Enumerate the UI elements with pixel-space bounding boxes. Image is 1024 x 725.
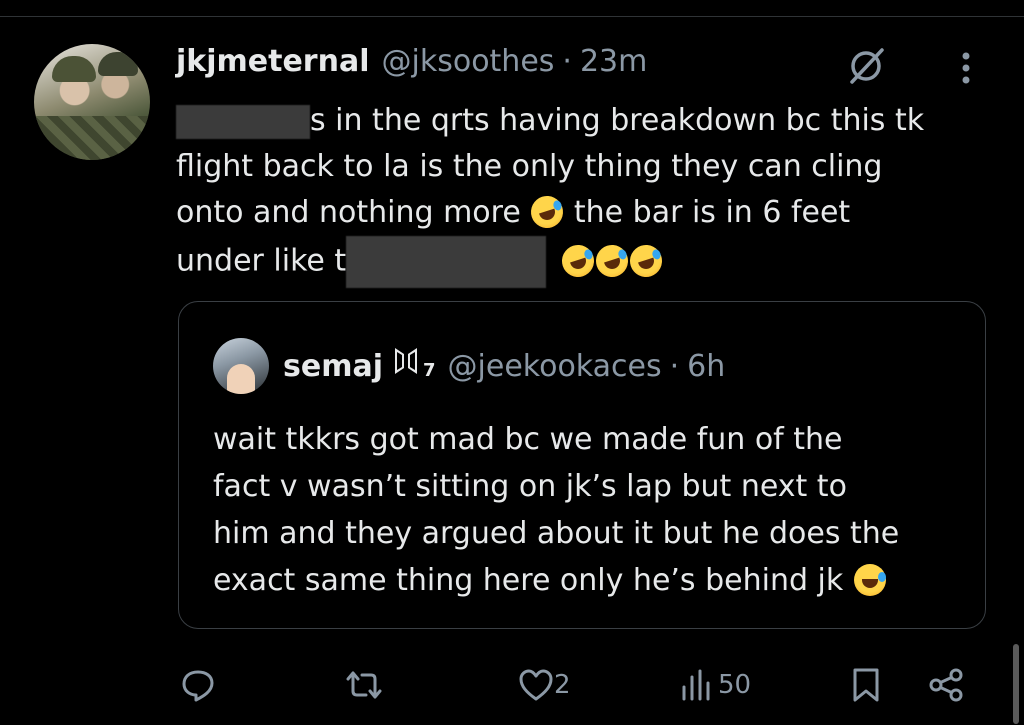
tweet-text-line-3: onto and nothing more the bar is in 6 fe… [176, 190, 976, 236]
quoted-text-line-1: wait tkkrs got mad bc we made fun of the [213, 422, 843, 457]
quoted-tweet-text: wait tkkrs got mad bc we made fun of the… [213, 416, 973, 604]
quoted-author-handle[interactable]: @jeekookaces [448, 349, 662, 384]
views-icon [682, 669, 710, 701]
redacted-block [346, 236, 547, 288]
avatar-cap-left [52, 56, 96, 82]
quoted-text-line-4: exact same thing here only he’s behind j… [213, 557, 973, 604]
heart-icon [519, 669, 553, 701]
tweet-action-bar: 2 50 [0, 660, 1024, 710]
views-button[interactable]: 50 [678, 660, 751, 710]
avatar-cap-right [98, 52, 138, 76]
author-handle[interactable]: @jksoothes [382, 44, 555, 79]
like-button[interactable]: 2 [518, 660, 571, 710]
reply-icon [182, 670, 214, 702]
quoted-tweet-timestamp[interactable]: 6h [687, 349, 725, 384]
tweet-text-segment: the bar is in 6 feet [573, 195, 851, 230]
quoted-text-segment: exact same thing here only he’s behind j… [213, 563, 844, 598]
bookmark-button[interactable] [850, 660, 882, 710]
rofl-emoji-icon [625, 240, 666, 281]
retweet-icon [346, 671, 382, 699]
top-divider [0, 16, 1024, 17]
quoted-text-line-2: fact v wasn’t sitting on jk’s lap but ne… [213, 469, 847, 504]
redacted-block [176, 104, 310, 139]
quoted-tweet-card[interactable]: semaj 7 @jeekookaces · 6h wait tkkrs got… [178, 301, 986, 629]
grok-icon[interactable] [846, 46, 886, 86]
tweet-text-segment: onto and nothing more [176, 195, 521, 230]
reply-button[interactable] [180, 660, 216, 710]
quoted-author-avatar[interactable] [213, 338, 269, 394]
author-display-name[interactable]: jkjmeternal [176, 44, 370, 79]
rofl-emoji-icon [527, 191, 568, 233]
like-count: 2 [554, 670, 571, 700]
tweet-text-segment: under like t [176, 243, 347, 279]
tweet-text-line-2: flight back to la is the only thing they… [176, 149, 883, 184]
more-icon[interactable] [954, 48, 978, 88]
quoted-author-display-name[interactable]: semaj [283, 349, 383, 384]
separator-dot: · [562, 44, 572, 79]
avatar-uniform [34, 116, 150, 160]
view-count: 50 [718, 670, 752, 700]
separator-dot: · [669, 349, 680, 384]
share-icon [929, 668, 963, 702]
scrollbar-thumb[interactable] [1013, 644, 1019, 724]
tweet-timestamp[interactable]: 23m [580, 44, 647, 79]
tweet-text-segment: s in the qrts having breakdown bc this t… [310, 103, 925, 138]
quoted-tweet-header: semaj 7 @jeekookaces · 6h [283, 346, 725, 384]
joy-emoji-icon [853, 564, 886, 596]
quoted-text-line-3: him and they argued about it but he does… [213, 516, 900, 551]
bts-logo-icon [395, 348, 417, 374]
rofl-emoji-icon [557, 240, 598, 281]
share-button[interactable] [928, 660, 964, 710]
bookmark-icon [853, 668, 879, 702]
tweet-text-line-1: s in the qrts having breakdown bc this t… [176, 98, 976, 144]
tweet-text-line-4: under like t [176, 236, 976, 288]
quoted-author-name-suffix: 7 [423, 360, 436, 381]
retweet-button[interactable] [344, 660, 384, 710]
author-avatar[interactable] [34, 44, 150, 160]
rofl-emoji-icon [591, 240, 632, 281]
tweet-text: s in the qrts having breakdown bc this t… [176, 98, 976, 288]
tweet-header: jkjmeternal @jksoothes · 23m [176, 44, 647, 86]
